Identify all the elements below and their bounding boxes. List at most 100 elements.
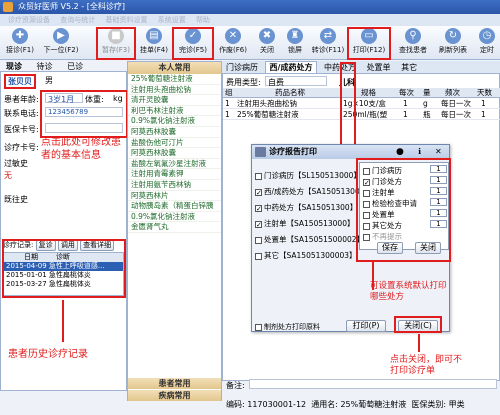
print-copy-option[interactable]: 制剂处方打印原料 [255,322,320,332]
insurance-type-label: 医保类别: [411,400,447,409]
list-item[interactable]: 阿莫西林胶囊 [128,127,221,138]
table-row[interactable]: 1 注射用头孢曲松钠 1g×10支/盒 1 g 每日一次 1 [223,99,500,109]
drug-list: 25%葡萄糖注射液 注射用头孢曲松钠 清开灵胶囊 利巴韦林注射液 0.9%氯化钠… [128,74,221,233]
arrow-line [418,334,420,352]
stethoscope-icon: ✚ [12,28,28,44]
list-item[interactable]: 注射用头孢曲松钠 [128,85,221,96]
info-icon[interactable]: ℹ [418,145,421,159]
list-item[interactable]: 盐酸伤他可汀片 [128,138,221,149]
table-row[interactable]: 1 25%葡萄糖注射液 250ml/瓶(塑 1 瓶 每日一次 1 [223,110,500,120]
printer-icon [255,147,266,157]
receive-button[interactable]: ✚ 接诊(F1) [2,27,38,59]
close-icon[interactable]: ✕ [435,145,442,159]
rx-grid-header: 组 药品名称 规格 每次 量 频次 天数 [223,88,500,98]
code-label: 编码: [226,400,245,409]
checkbox[interactable] [255,252,262,260]
print-item[interactable]: ✓ 中药处方【SA15051300】 [255,202,357,213]
refresh-list-button[interactable]: ↻ 刷新列表 [434,27,472,59]
toolbar: ✚ 接诊(F1) ▶ 下一位(F2) ■ 暂存(F3) ▤ 挂单(F4) ✓ 完诊(F5)… [0,26,500,60]
hold-icon: ▤ [146,28,162,44]
app-logo-icon [3,2,13,12]
disease-common-header[interactable]: 疾病常用 [128,390,221,401]
annotation-default: 可设置系统默认打印哪些处方 [370,281,447,302]
list-item[interactable]: 清开灵胶囊 [128,95,221,106]
void-button[interactable]: ✕ 作废(F6) [214,27,252,59]
lock-icon: ♜ [287,28,303,44]
menu-item[interactable]: 帮助 [196,16,210,24]
patient-name[interactable]: 张贝贝 [4,74,36,89]
menu-item[interactable]: 诊疗资源设备 [8,16,50,24]
checkbox[interactable]: ✓ [255,204,262,212]
code-value: 117030001-12 [247,400,307,409]
highlight-box [356,158,451,262]
title-bar: 众贸好医师 V5.2 - [全科诊疗] [0,0,500,14]
timer-icon: ◷ [479,28,495,44]
list-item[interactable]: 阿莫西林胶囊 [128,148,221,159]
print-item[interactable]: ✓ 西/成药处方【SA15051300】 [255,186,367,197]
print-item[interactable]: ✓ 注射单【SA150513000】 [255,218,354,229]
transfer-button[interactable]: ⇄ 转诊(F11) [308,27,348,59]
common-drugs-panel: 本人常用 25%葡萄糖注射液 注射用头孢曲松钠 清开灵胶囊 利巴韦林注射液 0.… [127,61,222,401]
my-common-header[interactable]: 本人常用 [128,62,221,74]
list-item[interactable]: 阿莫西林片 [128,191,221,202]
checkbox[interactable] [255,323,262,331]
menu-item[interactable]: 系统设置 [158,16,186,24]
dialog-title: 诊疗报告打印 [269,147,317,156]
patient-common-header[interactable]: 患者常用 [128,378,221,389]
hold-button[interactable]: ▤ 挂单(F4) [136,27,172,59]
lock-button[interactable]: ♜ 锁屏 [282,27,308,59]
list-item[interactable]: 注射用氨苄西林钠 [128,180,221,191]
menu-bar: 诊疗资源设备 查询与统计 基础资料设置 系统设置 帮助 [0,14,500,26]
print-confirm-button[interactable]: 打印(P) [346,320,386,332]
next-patient-button[interactable]: ▶ 下一位(F2) [40,27,82,59]
note-field[interactable] [249,379,497,389]
list-item[interactable]: 25%葡萄糖注射液 [128,74,221,85]
highlight-box [2,239,126,298]
phone-label: 联系电话: [4,109,39,118]
checkbox[interactable] [255,236,262,244]
arrow-line [62,300,64,342]
checkbox[interactable] [255,172,262,180]
insurance-type-value: 甲类 [448,400,465,409]
list-item[interactable]: 金匮肾气丸 [128,222,221,233]
void-icon: ✕ [225,28,241,44]
checkbox[interactable]: ✓ [255,188,262,196]
settings-dot-icon[interactable]: ● [396,145,404,159]
list-item[interactable]: 0.9%氯化钠注射液 [128,116,221,127]
menu-item[interactable]: 基础资料设置 [105,16,147,24]
next-patient-icon: ▶ [53,28,69,44]
search-patient-button[interactable]: ⚲ 查找患者 [394,27,432,59]
arrow-line [372,262,374,290]
dialog-title-bar: 诊疗报告打印 ● ℹ ✕ [252,145,449,159]
list-item[interactable]: 利巴韦林注射液 [128,106,221,117]
fee-type-select[interactable]: 自费 [265,76,327,87]
window-title: 众贸好医师 V5.2 - [全科诊疗] [18,2,125,11]
highlight-box [347,27,391,60]
list-item[interactable]: 0.9%氯化钠注射液 [128,212,221,223]
past-history-label: 既往史 [4,195,28,204]
checkbox[interactable]: ✓ [255,220,262,228]
status-bar: 编码: 117030001-12 通用名: 25%葡萄糖注射液 医保类别: 甲类 [222,392,500,415]
print-item[interactable]: 处置单【SA15051500002】 [255,234,364,245]
prescription-tabs: 门诊病历 西/成药处方 中药处方 处置单 其它 [222,61,500,74]
insurance-label: 医保卡号: [4,125,39,134]
highlight-box [172,27,214,60]
list-item[interactable]: 注射用青霉素钾 [128,169,221,180]
patient-gender[interactable]: 男 [45,75,53,86]
transfer-icon: ⇄ [320,28,336,44]
list-item[interactable]: 盐酸左氧氟沙星注射液 [128,159,221,170]
allergy-label: 过敏史 [4,159,28,168]
annotation-history: 患者历史诊疗记录 [8,349,88,360]
generic-label: 通用名: [311,400,338,409]
timer-button[interactable]: ◷ 定时 [474,27,500,59]
menu-item[interactable]: 查询与统计 [60,16,95,24]
highlight-box [96,27,136,60]
print-item[interactable]: 门诊病历【SL150513000】 [255,170,361,181]
list-item[interactable]: 动物胰岛素（精蛋白锌胰 [128,201,221,212]
annotation-close: 点击关闭，即可不打印诊疗单 [390,355,463,376]
note-label: 备注: [226,381,245,390]
highlight-box [394,316,442,333]
allergy-value[interactable]: 无 [4,170,12,181]
print-item[interactable]: 其它【SA15051300003】 [255,250,357,261]
close-button[interactable]: ✖ 关闭 [254,27,280,59]
